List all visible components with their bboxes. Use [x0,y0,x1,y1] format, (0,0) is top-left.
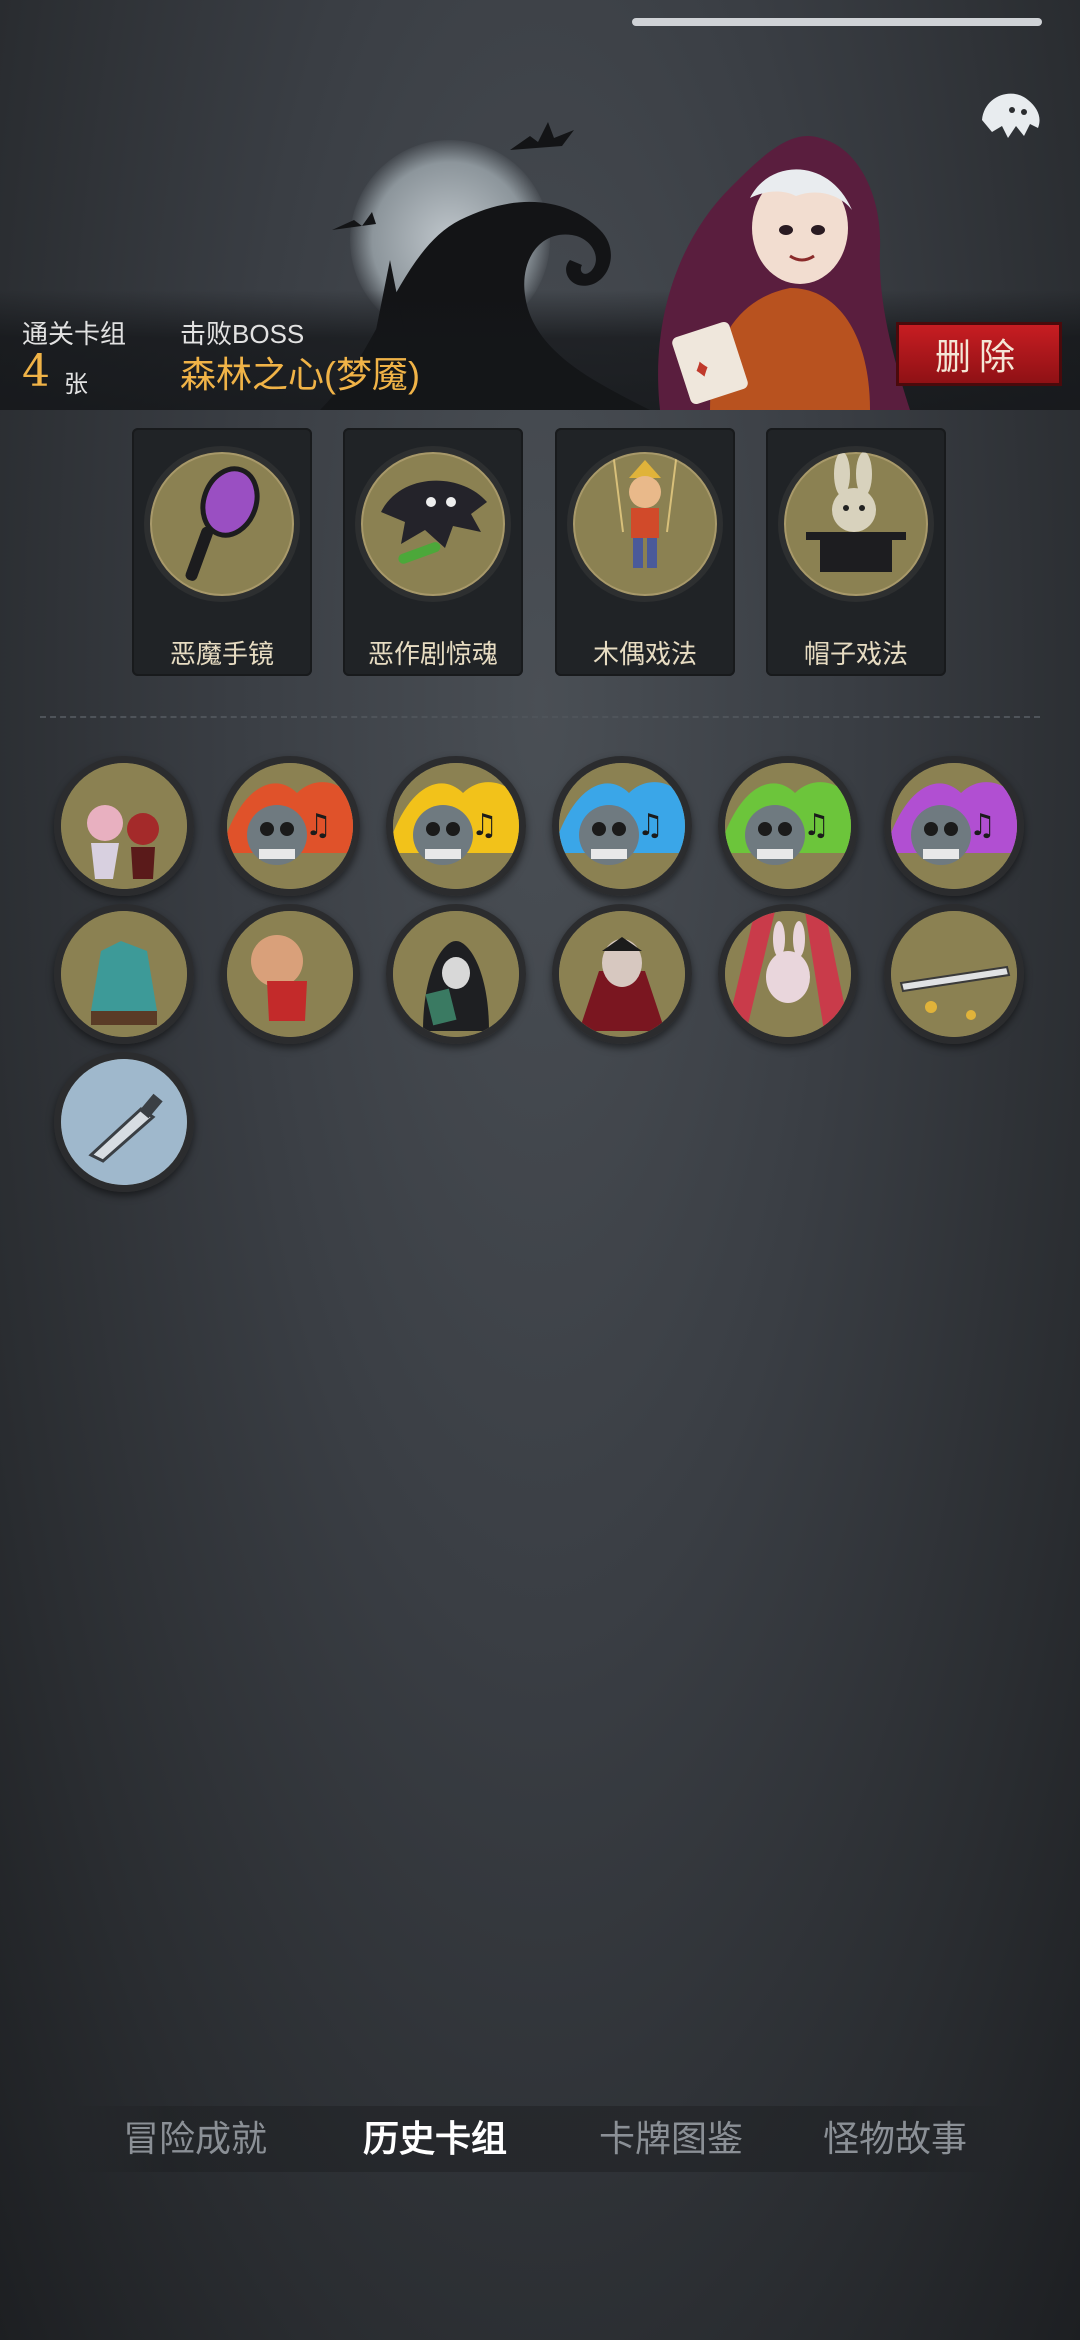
puppet-trick-icon [567,446,723,602]
girls-duo-card [61,763,187,889]
svg-text:♫: ♫ [637,808,664,843]
deck-card[interactable]: ♫ [220,756,360,896]
relic-name: 木偶戏法 [592,639,697,669]
deck-card[interactable] [54,1052,194,1192]
card-count-unit: 张 [64,371,88,398]
relic-card[interactable]: 帽子戏法 [766,428,946,676]
card-count: 4 [22,346,50,397]
bloody-hands-card [227,911,353,1037]
deck-card[interactable] [884,904,1024,1044]
tab-adventure-achievements[interactable]: 冒险成就 [90,2110,300,2170]
home-indicator [632,18,1042,26]
tab-monster-stories[interactable]: 怪物故事 [790,2110,1000,2170]
deck-card[interactable] [220,904,360,1044]
skull-music-purple-card: ♫ [891,763,1017,889]
tab-card-compendium[interactable]: 卡牌图鉴 [566,2110,776,2170]
witch-character-portrait: ♦ [658,136,910,410]
deck-card[interactable]: ♫ [718,756,858,896]
teal-gargoyle-card [61,911,187,1037]
hooded-card-player-card [393,911,519,1037]
skull-music-green-card: ♫ [725,763,851,889]
relic-card[interactable]: 恶魔手镜 [132,428,312,676]
dagger-card [61,1059,187,1185]
svg-text:♫: ♫ [305,808,332,843]
clown-rabbit-card [725,911,851,1037]
tab-history-decks[interactable]: 历史卡组 [330,2110,540,2170]
relic-name: 帽子戏法 [803,639,908,669]
svg-text:♫: ♫ [803,808,830,843]
prank-scare-icon [355,446,511,602]
svg-text:♫: ♫ [471,808,498,843]
demon-hand-mirror-icon [144,446,300,602]
relic-name: 恶作剧惊魂 [367,639,498,669]
svg-text:♫: ♫ [969,808,996,843]
skull-music-yellow-card: ♫ [393,763,519,889]
relic-card[interactable]: 恶作剧惊魂 [343,428,523,676]
delete-button[interactable]: 删除 [896,322,1062,386]
boss-name: 森林之心(梦魇) [180,354,420,395]
deck-card[interactable] [54,756,194,896]
skull-music-blue-card: ♫ [559,763,685,889]
vampire-card [559,911,685,1037]
deck-card[interactable]: ♫ [552,756,692,896]
deck-card[interactable] [552,904,692,1044]
deck-card[interactable] [718,904,858,1044]
hat-trick-icon [778,446,934,602]
golden-blade-card [891,911,1017,1037]
deck-card[interactable] [54,904,194,1044]
relic-name: 恶魔手镜 [169,639,274,669]
relic-card[interactable]: 木偶戏法 [555,428,735,676]
deck-card[interactable]: ♫ [386,756,526,896]
deck-card[interactable] [386,904,526,1044]
section-divider [40,716,1040,718]
skull-music-red-card: ♫ [227,763,353,889]
deck-card[interactable]: ♫ [884,756,1024,896]
